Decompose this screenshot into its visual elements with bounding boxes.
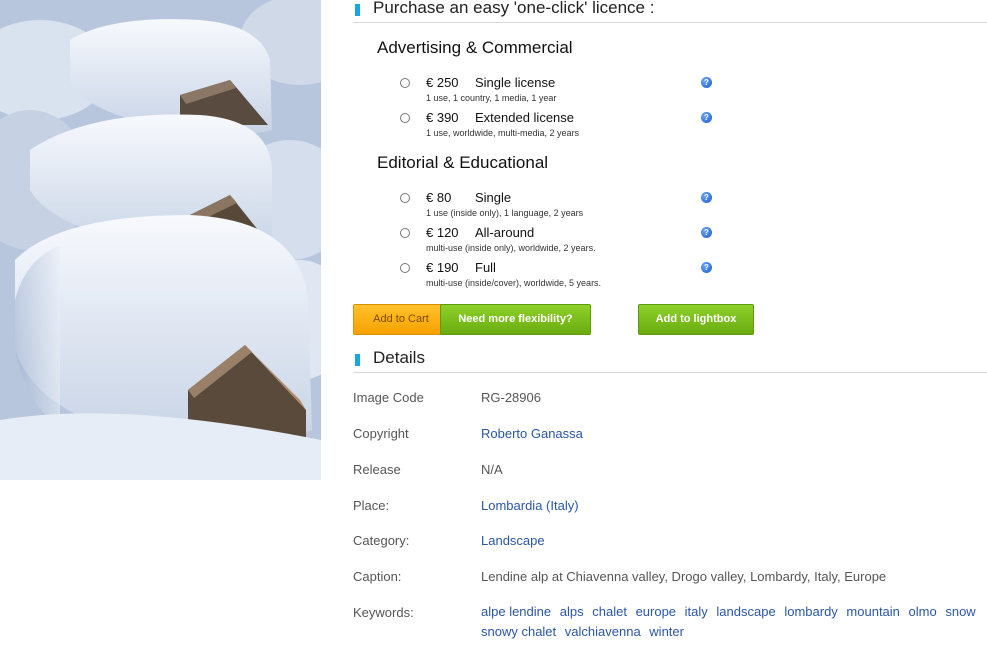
- group-title-editorial: Editorial & Educational: [377, 153, 549, 172]
- licence-description: 1 use, worldwide, multi-media, 2 years: [426, 128, 580, 138]
- purchase-section-header: Purchase an easy 'one-click' licence :: [353, 0, 987, 23]
- licence-option-full[interactable]: € 190 Full multi-use (inside/cover), wor…: [399, 260, 712, 294]
- section-marker-icon: [355, 4, 360, 16]
- snow-chalets-image: [0, 0, 321, 480]
- licence-price: € 120: [426, 225, 459, 240]
- need-flexibility-button[interactable]: Need more flexibility?: [440, 304, 591, 335]
- licence-option-single[interactable]: € 80 Single 1 use (inside only), 1 langu…: [399, 190, 712, 224]
- licence-price: € 390: [426, 110, 459, 125]
- detail-label: Keywords:: [353, 605, 414, 620]
- radio-button[interactable]: [400, 228, 410, 238]
- licence-option-all-around[interactable]: € 120 All-around multi-use (inside only)…: [399, 225, 712, 259]
- licence-panel: Purchase an easy 'one-click' licence : A…: [353, 0, 987, 659]
- radio-button[interactable]: [400, 78, 410, 88]
- keyword-link[interactable]: chalet: [592, 604, 627, 619]
- help-icon[interactable]: ?: [701, 227, 712, 238]
- licence-name: Extended license: [475, 110, 575, 125]
- detail-label: Category:: [353, 533, 410, 548]
- detail-label: Release: [353, 462, 401, 477]
- licence-price: € 190: [426, 260, 459, 275]
- radio-button[interactable]: [400, 113, 410, 123]
- radio-button[interactable]: [400, 263, 410, 273]
- detail-value: RG-28906: [481, 390, 541, 405]
- keyword-link[interactable]: snow: [945, 604, 975, 619]
- licence-description: multi-use (inside/cover), worldwide, 5 y…: [426, 278, 602, 288]
- details-title: Details: [373, 348, 425, 367]
- group-title-advertising: Advertising & Commercial: [377, 38, 573, 57]
- keyword-link[interactable]: europe: [636, 604, 676, 619]
- copyright-link[interactable]: Roberto Ganassa: [481, 426, 583, 441]
- add-to-lightbox-button[interactable]: Add to lightbox: [638, 304, 754, 335]
- detail-value: Lendine alp at Chiavenna valley, Drogo v…: [481, 569, 887, 584]
- keyword-link[interactable]: lombardy: [784, 604, 837, 619]
- keyword-link[interactable]: landscape: [716, 604, 775, 619]
- licence-price: € 250: [426, 75, 459, 90]
- radio-button[interactable]: [400, 193, 410, 203]
- detail-label: Copyright: [353, 426, 409, 441]
- keyword-link[interactable]: olmo: [909, 604, 937, 619]
- help-icon[interactable]: ?: [701, 262, 712, 273]
- licence-name: Single: [475, 190, 512, 205]
- licence-description: multi-use (inside only), worldwide, 2 ye…: [426, 243, 596, 253]
- keyword-link[interactable]: alps: [560, 604, 584, 619]
- licence-price: € 80: [426, 190, 452, 205]
- licence-name: Full: [475, 260, 496, 275]
- keyword-link[interactable]: mountain: [846, 604, 899, 619]
- licence-name: All-around: [475, 225, 535, 240]
- details-section-header: Details: [353, 348, 987, 373]
- keyword-link[interactable]: alpe lendine: [481, 604, 551, 619]
- detail-label: Image Code: [353, 390, 424, 405]
- licence-description: 1 use, 1 country, 1 media, 1 year: [426, 93, 557, 103]
- section-marker-icon: [355, 354, 360, 366]
- help-icon[interactable]: ?: [701, 112, 712, 123]
- help-icon[interactable]: ?: [701, 77, 712, 88]
- keyword-list: alpe lendine alps chalet europe italy la…: [481, 602, 987, 642]
- licence-option-single-license[interactable]: € 250 Single license 1 use, 1 country, 1…: [399, 75, 712, 109]
- keyword-link[interactable]: snowy chalet: [481, 624, 556, 639]
- add-to-cart-button[interactable]: Add to Cart: [353, 304, 449, 335]
- licence-name: Single license: [475, 75, 556, 90]
- detail-value: N/A: [481, 462, 503, 477]
- place-link[interactable]: Lombardia (Italy): [481, 498, 579, 513]
- help-icon[interactable]: ?: [701, 192, 712, 203]
- licence-description: 1 use (inside only), 1 language, 2 years: [426, 208, 584, 218]
- keyword-link[interactable]: italy: [685, 604, 708, 619]
- keyword-link[interactable]: valchiavenna: [565, 624, 641, 639]
- detail-label: Caption:: [353, 569, 402, 584]
- licence-option-extended-license[interactable]: € 390 Extended license 1 use, worldwide,…: [399, 110, 712, 144]
- keyword-link[interactable]: winter: [649, 624, 684, 639]
- product-photo[interactable]: [0, 0, 321, 480]
- detail-label: Place:: [353, 498, 390, 513]
- category-link[interactable]: Landscape: [481, 533, 545, 548]
- purchase-title: Purchase an easy 'one-click' licence :: [373, 0, 655, 17]
